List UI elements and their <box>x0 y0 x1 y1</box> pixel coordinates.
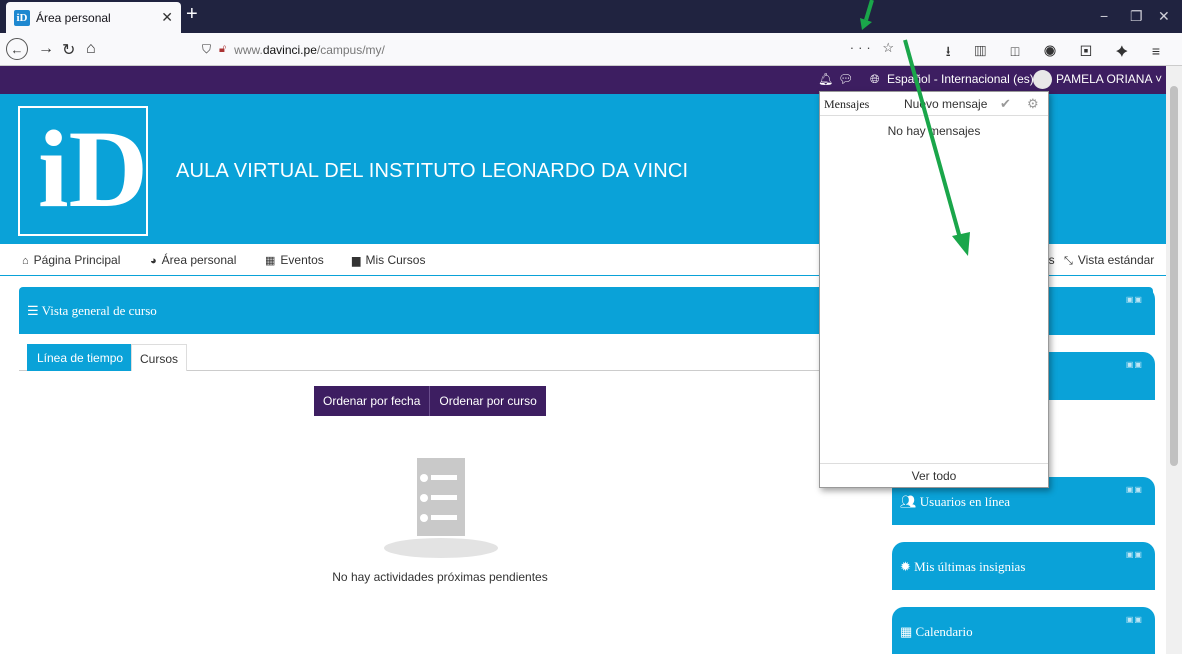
tab-courses[interactable]: Cursos <box>131 344 188 371</box>
site-logo[interactable]: iD <box>18 106 148 236</box>
overview-tabs: Línea de tiempo Cursos <box>19 344 889 371</box>
block-badges: ✹ Mis últimas insignias ▣▣ <box>892 542 1155 590</box>
users-icon: 👥︎ <box>900 494 920 509</box>
globe-icon: 🌐︎ <box>870 72 880 86</box>
menu-icon: ☰ <box>27 303 42 318</box>
site-favicon-icon: iD <box>14 9 30 26</box>
notifications-icon[interactable]: 🔔︎ <box>818 72 833 86</box>
tab-timeline[interactable]: Línea de tiempo <box>27 344 134 371</box>
sort-by-course-button[interactable]: Ordenar por curso <box>429 386 546 416</box>
menu-item-courses[interactable]: ▆ Mis Cursos <box>352 253 425 267</box>
toolbar-icons[interactable]: ⭳ ▥ ◫ ◉ ▣ ✦ ≡ <box>946 41 1170 65</box>
gear-icon[interactable]: ⚙ <box>1027 96 1039 112</box>
popover-title: Mensajes <box>824 97 870 111</box>
browser-tab[interactable]: iD Área personal ✕ <box>6 2 181 33</box>
home-icon[interactable]: ⌂ <box>86 40 96 58</box>
standard-view-link[interactable]: ⤡ Vista estándar <box>1064 253 1154 268</box>
block-controls-icon[interactable]: ▣▣ <box>1126 615 1143 624</box>
sort-button-group: Ordenar por fecha Ordenar por curso <box>314 386 546 416</box>
forward-icon[interactable]: → <box>38 40 54 58</box>
popover-header: Mensajes Nuevo mensaje ✔ ⚙ <box>820 92 1048 116</box>
back-icon[interactable]: ← <box>6 38 28 60</box>
minimize-icon[interactable]: − <box>1100 8 1108 24</box>
block-title: ▦ Calendario <box>900 624 973 639</box>
calendar-icon: ▦ <box>265 255 276 267</box>
badge-icon: ✹ <box>900 559 915 574</box>
empty-message: No hay actividades próximas pendientes <box>332 570 548 584</box>
block-title: 👥︎ Usuarios en línea <box>900 494 1011 509</box>
page-actions-icon[interactable]: ··· ☆ <box>850 40 898 56</box>
page-viewport: 🔔︎ 💬︎ 🌐︎ Español - Internacional (es) PA… <box>0 66 1166 654</box>
close-window-icon[interactable]: ✕ <box>1158 8 1170 25</box>
messages-icon[interactable]: 💬︎ <box>838 72 853 86</box>
page-scrollbar[interactable] <box>1166 66 1182 654</box>
block-controls-icon[interactable]: ▣▣ <box>1126 485 1143 494</box>
compress-icon: ⤡ <box>1064 255 1073 267</box>
url-bar[interactable]: ⛉ 🔓︎ www.davinci.pe/campus/my/ ··· ☆ <box>196 37 908 62</box>
no-messages-text: No hay mensajes <box>887 124 981 138</box>
block-controls-icon[interactable]: ▣▣ <box>1126 295 1143 304</box>
home-icon: ⌂ <box>22 255 29 267</box>
empty-list-icon <box>384 458 498 558</box>
close-tab-icon[interactable]: ✕ <box>161 9 173 26</box>
course-overview-title: ☰ Vista general de curso <box>27 303 157 318</box>
block-controls-icon[interactable]: ▣▣ <box>1126 360 1143 369</box>
site-title: AULA VIRTUAL DEL INSTITUTO LEONARDO DA V… <box>176 160 689 182</box>
shield-icon[interactable]: ⛉ <box>202 42 211 57</box>
sort-by-date-button[interactable]: Ordenar por fecha <box>314 386 430 416</box>
block-controls-icon[interactable]: ▣▣ <box>1126 550 1143 559</box>
dashboard-icon: ◕ <box>150 255 157 267</box>
calendar-icon: ▦ <box>900 624 916 639</box>
messages-popover: Mensajes Nuevo mensaje ✔ ⚙ No hay mensaj… <box>819 91 1049 488</box>
menu-item-home[interactable]: ⌂ Página Principal <box>22 253 120 267</box>
new-message-link[interactable]: Nuevo mensaje <box>904 97 987 111</box>
browser-tab-bar: iD Área personal ✕ + − ❐ ✕ <box>0 0 1182 33</box>
block-calendar: ▦ Calendario ▣▣ <box>892 607 1155 654</box>
reload-icon[interactable]: ↻ <box>62 40 75 60</box>
insecure-lock-icon[interactable]: 🔓︎ <box>219 43 226 56</box>
tab-title: Área personal <box>36 10 111 25</box>
block-title: ✹ Mis últimas insignias <box>900 559 1026 574</box>
see-all-link[interactable]: Ver todo <box>820 463 1048 487</box>
language-selector[interactable]: Español - Internacional (es) <box>887 72 1034 86</box>
site-top-bar: 🔔︎ 💬︎ 🌐︎ Español - Internacional (es) PA… <box>0 66 1166 94</box>
logo-mark-icon: iD <box>38 108 148 230</box>
user-menu[interactable]: PAMELA ORIANA ˅ <box>1056 72 1162 86</box>
scroll-thumb[interactable] <box>1170 86 1178 466</box>
restore-icon[interactable]: ❐ <box>1130 8 1143 25</box>
menu-item-dashboard[interactable]: ◕ Área personal <box>150 253 236 267</box>
browser-nav-bar: ← → ↻ ⌂ ⛉ 🔓︎ www.davinci.pe/campus/my/ ·… <box>0 33 1182 66</box>
briefcase-icon: ▆ <box>352 255 361 267</box>
menu-item-events[interactable]: ▦ Eventos <box>265 253 324 267</box>
url-text: www.davinci.pe/campus/my/ <box>234 42 385 57</box>
mark-all-read-icon[interactable]: ✔ <box>1000 96 1011 112</box>
avatar[interactable] <box>1033 70 1052 89</box>
new-tab-icon[interactable]: + <box>186 3 198 26</box>
